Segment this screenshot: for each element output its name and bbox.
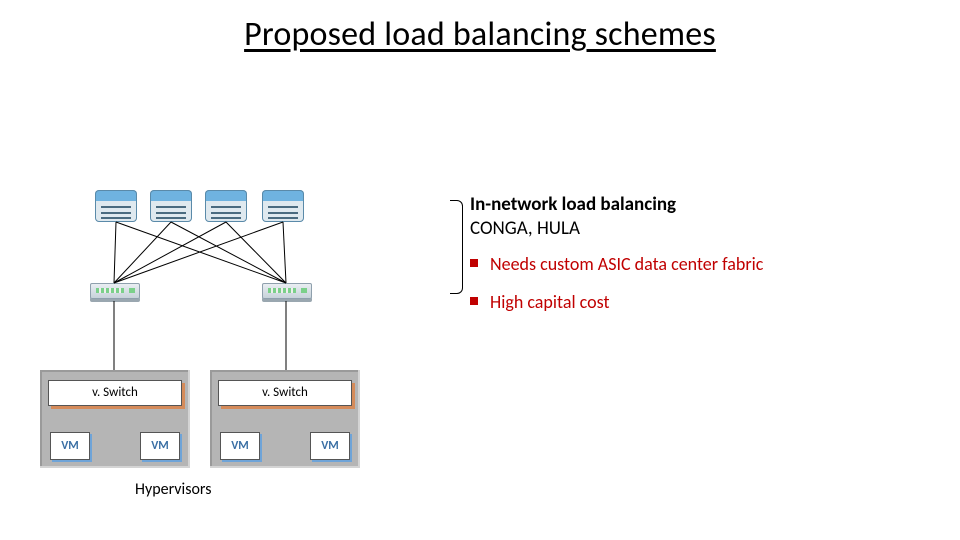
bullet-item: Needs custom ASIC data center fabric bbox=[470, 253, 763, 275]
spine-switch-icon bbox=[205, 190, 247, 222]
leaf-switch-icon bbox=[90, 283, 140, 299]
bullet-list: Needs custom ASIC data center fabric Hig… bbox=[470, 253, 763, 329]
vm-box: VM bbox=[50, 432, 90, 460]
spine-switch-icon bbox=[95, 190, 137, 222]
spine-switch-icon bbox=[150, 190, 192, 222]
hypervisor-host: v. Switch VM VM bbox=[210, 370, 360, 468]
leaf-switch-icon bbox=[262, 283, 312, 299]
vm-box: VM bbox=[140, 432, 180, 460]
headline-sub: CONGA, HULA bbox=[470, 217, 580, 240]
bracket-icon bbox=[450, 200, 463, 294]
section-heading: In-network load balancing CONGA, HULA bbox=[470, 193, 676, 241]
vm-box: VM bbox=[220, 432, 260, 460]
spine-switch-icon bbox=[262, 190, 304, 222]
vswitch-box: v. Switch bbox=[48, 380, 182, 406]
hypervisor-host: v. Switch VM VM bbox=[40, 370, 190, 468]
bullet-item: High capital cost bbox=[470, 291, 763, 313]
slide-title: Proposed load balancing schemes bbox=[0, 14, 960, 55]
headline-bold: In-network load balancing bbox=[470, 193, 676, 216]
vswitch-box: v. Switch bbox=[218, 380, 352, 406]
hypervisors-caption: Hypervisors bbox=[135, 480, 211, 499]
vm-box: VM bbox=[310, 432, 350, 460]
